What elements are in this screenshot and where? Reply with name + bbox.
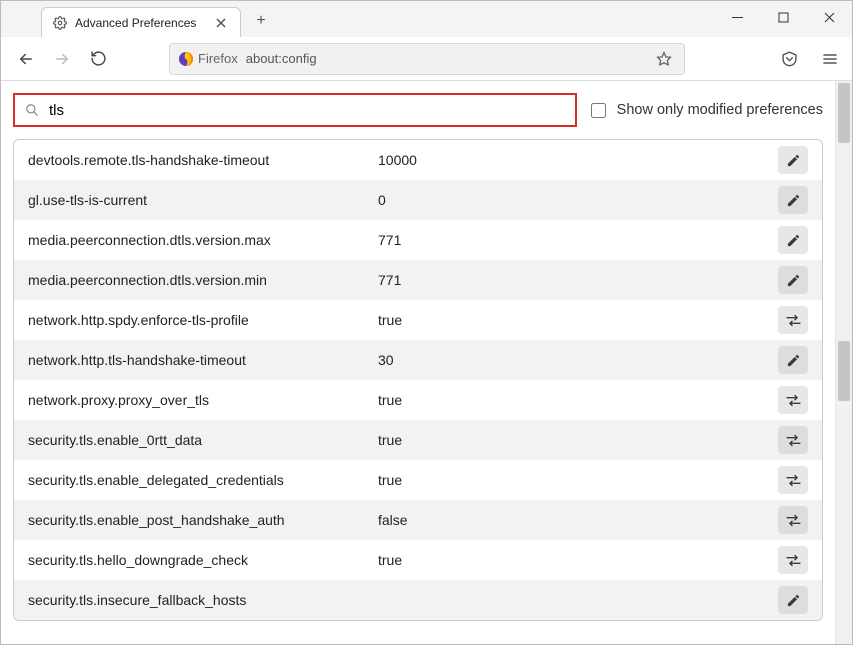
pref-name: devtools.remote.tls-handshake-timeout: [28, 152, 378, 168]
pref-value: 771: [378, 272, 778, 288]
pref-value: true: [378, 312, 778, 328]
prefs-table: devtools.remote.tls-handshake-timeout100…: [13, 139, 823, 621]
window-minimize-button[interactable]: [714, 1, 760, 33]
scrollbar-thumb[interactable]: [838, 83, 850, 143]
pref-edit-button[interactable]: [778, 186, 808, 214]
forward-button[interactable]: [47, 44, 77, 74]
window-close-button[interactable]: [806, 1, 852, 33]
pref-edit-button[interactable]: [778, 266, 808, 294]
pref-name: media.peerconnection.dtls.version.max: [28, 232, 378, 248]
url-text[interactable]: about:config: [246, 51, 652, 66]
reload-button[interactable]: [83, 44, 113, 74]
page: Show only modified preferences devtools.…: [1, 81, 835, 644]
pref-edit-button[interactable]: [778, 586, 808, 614]
tab-close-button[interactable]: [212, 18, 230, 28]
pref-value: true: [378, 472, 778, 488]
pref-value: true: [378, 392, 778, 408]
app-menu-button[interactable]: [822, 51, 838, 67]
pref-row: network.http.spdy.enforce-tls-profiletru…: [14, 300, 822, 340]
pref-name: media.peerconnection.dtls.version.min: [28, 272, 378, 288]
pref-toggle-button[interactable]: [778, 306, 808, 334]
pref-row: security.tls.enable_0rtt_datatrue: [14, 420, 822, 460]
pref-row: media.peerconnection.dtls.version.max771: [14, 220, 822, 260]
pref-name: security.tls.enable_delegated_credential…: [28, 472, 378, 488]
gear-icon: [52, 15, 67, 30]
back-button[interactable]: [11, 44, 41, 74]
bookmark-star-button[interactable]: [652, 51, 676, 67]
pref-value: 0: [378, 192, 778, 208]
pref-edit-button[interactable]: [778, 146, 808, 174]
pref-toggle-button[interactable]: [778, 506, 808, 534]
pref-name: gl.use-tls-is-current: [28, 192, 378, 208]
pref-name: network.http.spdy.enforce-tls-profile: [28, 312, 378, 328]
pref-search-input[interactable]: [47, 101, 565, 120]
pref-toggle-button[interactable]: [778, 426, 808, 454]
pref-row: media.peerconnection.dtls.version.min771: [14, 260, 822, 300]
pref-name: security.tls.enable_post_handshake_auth: [28, 512, 378, 528]
show-modified-toggle[interactable]: Show only modified preferences: [587, 100, 823, 121]
pref-name: network.http.tls-handshake-timeout: [28, 352, 378, 368]
pref-value: true: [378, 552, 778, 568]
url-bar[interactable]: Firefox about:config: [169, 43, 685, 75]
pref-row: security.tls.hello_downgrade_checktrue: [14, 540, 822, 580]
tab-title: Advanced Preferences: [75, 16, 212, 30]
scrollbar-thumb[interactable]: [838, 341, 850, 401]
content-area: Show only modified preferences devtools.…: [1, 81, 852, 644]
pref-value: 30: [378, 352, 778, 368]
browser-tab[interactable]: Advanced Preferences: [41, 7, 241, 37]
firefox-icon: [178, 51, 194, 67]
vertical-scrollbar[interactable]: [835, 81, 852, 644]
pref-value: false: [378, 512, 778, 528]
pref-name: network.proxy.proxy_over_tls: [28, 392, 378, 408]
pref-search-box[interactable]: [13, 93, 577, 127]
pref-name: security.tls.enable_0rtt_data: [28, 432, 378, 448]
show-modified-checkbox[interactable]: [591, 103, 606, 118]
url-identity-label: Firefox: [198, 51, 240, 66]
pref-row: security.tls.enable_post_handshake_authf…: [14, 500, 822, 540]
titlebar: Advanced Preferences +: [1, 1, 852, 37]
pref-row: network.proxy.proxy_over_tlstrue: [14, 380, 822, 420]
pref-row: network.http.tls-handshake-timeout30: [14, 340, 822, 380]
pocket-icon[interactable]: [781, 50, 798, 67]
pref-value: 771: [378, 232, 778, 248]
pref-row: security.tls.enable_delegated_credential…: [14, 460, 822, 500]
pref-row: security.tls.insecure_fallback_hosts: [14, 580, 822, 620]
pref-value: 10000: [378, 152, 778, 168]
new-tab-button[interactable]: +: [247, 7, 275, 35]
toolbar-right: [781, 50, 838, 67]
pref-edit-button[interactable]: [778, 346, 808, 374]
pref-toggle-button[interactable]: [778, 466, 808, 494]
search-row: Show only modified preferences: [1, 81, 835, 135]
pref-name: security.tls.hello_downgrade_check: [28, 552, 378, 568]
pref-row: devtools.remote.tls-handshake-timeout100…: [14, 140, 822, 180]
pref-name: security.tls.insecure_fallback_hosts: [28, 592, 378, 608]
pref-edit-button[interactable]: [778, 226, 808, 254]
search-icon: [25, 103, 39, 117]
pref-value: true: [378, 432, 778, 448]
pref-toggle-button[interactable]: [778, 386, 808, 414]
show-modified-label: Show only modified preferences: [617, 102, 823, 118]
toolbar: Firefox about:config: [1, 37, 852, 81]
pref-row: gl.use-tls-is-current0: [14, 180, 822, 220]
pref-toggle-button[interactable]: [778, 546, 808, 574]
app-window: Advanced Preferences +: [0, 0, 853, 645]
window-controls: [714, 1, 852, 33]
window-maximize-button[interactable]: [760, 1, 806, 33]
